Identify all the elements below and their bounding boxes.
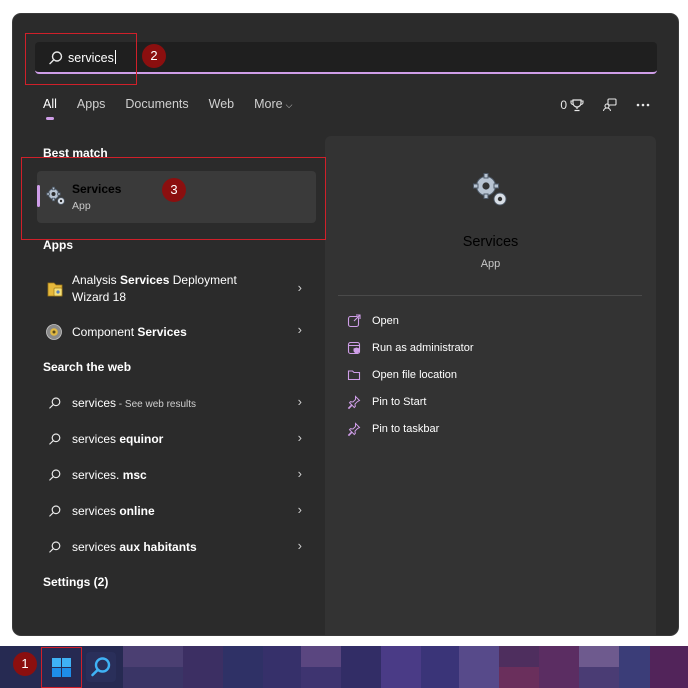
taskbar-background-tile [123, 646, 183, 667]
settings-header[interactable]: Settings (2) [43, 575, 108, 589]
chevron-right-icon: › [297, 538, 302, 553]
chevron-right-icon: › [297, 466, 302, 481]
rewards-points-button[interactable]: 0 [560, 98, 584, 112]
trophy-icon [570, 99, 584, 112]
search-web-header: Search the web [43, 360, 132, 374]
chevron-right-icon: › [297, 430, 302, 445]
app-result-component-services[interactable]: Component Services › [37, 322, 316, 343]
web-result-prefix: services [72, 504, 120, 518]
chevron-right-icon: › [297, 502, 302, 517]
app-result-suffix: Deployment [169, 273, 237, 287]
preview-divider [338, 295, 642, 296]
annotation-box-start [41, 647, 82, 688]
action-label: Run as administrator [372, 342, 474, 354]
gears-icon [473, 173, 507, 206]
action-label: Pin to taskbar [372, 423, 440, 435]
web-result-highlight: msc [122, 468, 147, 482]
component-services-icon [46, 324, 62, 340]
chevron-right-icon: › [297, 394, 302, 409]
taskbar-background-tile [579, 667, 619, 688]
taskbar-background-tile [183, 646, 223, 688]
web-result-highlight: aux habitants [119, 540, 197, 554]
pin-icon [347, 395, 361, 409]
preview-subtitle: App [480, 258, 501, 270]
tab-apps[interactable]: Apps [77, 97, 106, 119]
taskbar-background-tile [579, 646, 619, 667]
app-result-analysis-services[interactable]: Analysis Services Deployment Wizard 18 › [37, 271, 316, 307]
taskbar-background-tile [223, 646, 263, 688]
taskbar-background-tile [381, 646, 421, 688]
search-icon [49, 469, 61, 481]
app-result-line2: Wizard 18 [72, 290, 127, 304]
annotation-number-1: 1 [13, 652, 37, 676]
annotation-number-3: 3 [162, 178, 186, 202]
taskbar-background-tile [263, 646, 301, 688]
taskbar-background-tile [539, 646, 579, 688]
taskbar-background-tile [421, 646, 459, 688]
app-result-prefix: Analysis [72, 273, 121, 287]
web-result-note: - See web results [116, 399, 197, 410]
app-result-prefix: Component [72, 325, 138, 339]
taskbar-background-tile [619, 646, 650, 688]
taskbar-background-tile [301, 667, 341, 688]
chevron-right-icon: › [297, 280, 302, 295]
search-icon [49, 541, 61, 553]
taskbar-background-tile [301, 646, 341, 667]
chevron-right-icon: › [297, 322, 302, 337]
annotation-number-2: 2 [142, 44, 166, 68]
tab-web[interactable]: Web [209, 97, 234, 119]
pin-icon [347, 422, 361, 436]
rewards-points-value: 0 [560, 98, 567, 112]
web-result-prefix: services. [72, 468, 123, 482]
action-label: Pin to Start [372, 396, 427, 408]
taskbar-background-tile [499, 646, 539, 667]
shield-admin-icon [347, 341, 361, 355]
search-icon [91, 657, 111, 677]
deployment-wizard-icon [47, 282, 63, 297]
taskbar-search-button[interactable] [86, 652, 116, 682]
search-icon [49, 433, 61, 445]
action-label: Open file location [372, 369, 457, 381]
web-result-prefix: services [72, 396, 117, 410]
account-switch-icon[interactable] [602, 98, 618, 112]
more-options-icon[interactable] [636, 103, 650, 107]
search-filter-tabs: All Apps Documents Web More ⌵ [43, 97, 312, 120]
tab-documents[interactable]: Documents [125, 97, 188, 119]
preview-title: Services [462, 234, 519, 250]
web-result-prefix: services [72, 432, 120, 446]
web-result-services-online[interactable]: services online › [37, 502, 316, 523]
taskbar-background-tile [499, 667, 539, 688]
folder-icon [347, 370, 361, 381]
web-result-highlight: online [119, 504, 155, 518]
search-icon [49, 397, 61, 409]
app-result-highlight: Services [120, 273, 170, 287]
web-result-services-msc[interactable]: services. msc › [37, 466, 316, 487]
web-result-highlight: equinor [119, 432, 164, 446]
open-external-icon [347, 314, 361, 328]
taskbar-background-tile [123, 667, 183, 688]
preview-pane: Services App Open Run as administrator O… [325, 136, 656, 635]
tab-all[interactable]: All [43, 97, 57, 120]
search-toolbar: 0 [560, 94, 650, 116]
web-result-prefix: services [72, 540, 120, 554]
taskbar-background-tile [650, 646, 688, 688]
tab-more-label: More [254, 97, 283, 111]
taskbar-background-tile [459, 646, 499, 688]
action-label: Open [372, 315, 399, 327]
taskbar-background-tile [341, 646, 381, 688]
apps-header: Apps [43, 238, 73, 252]
web-result-services-aux-habitants[interactable]: services aux habitants › [37, 538, 316, 559]
app-result-highlight: Services [137, 325, 187, 339]
tab-more[interactable]: More ⌵ [254, 97, 292, 119]
web-result-services-equinor[interactable]: services equinor › [37, 430, 316, 451]
annotation-box-search [25, 33, 137, 85]
chevron-down-icon: ⌵ [285, 100, 293, 110]
search-icon [49, 505, 61, 517]
web-result-services[interactable]: services - See web results › [37, 394, 316, 415]
